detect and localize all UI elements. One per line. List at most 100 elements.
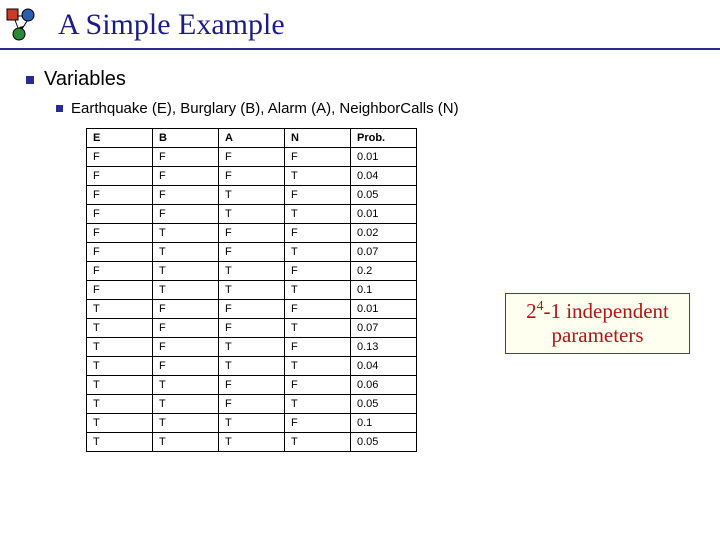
table-cell: F [153,205,219,224]
table-cell: F [219,148,285,167]
table-cell: T [87,300,153,319]
table-header-row: E B A N Prob. [87,129,417,148]
table-cell: 0.04 [351,167,417,186]
table-cell: T [219,186,285,205]
table-cell: 0.06 [351,376,417,395]
table-cell: F [219,167,285,186]
table-cell: F [153,357,219,376]
table-cell: T [219,414,285,433]
table-cell: F [219,319,285,338]
table-row: TFTT0.04 [87,357,417,376]
table-cell: T [153,414,219,433]
table-row: FFTF0.05 [87,186,417,205]
table-cell: T [87,433,153,452]
table-cell: T [87,395,153,414]
slide-logo-icon [6,6,46,42]
table-cell: F [219,300,285,319]
bullet-level-1-text: Variables [44,68,126,91]
table-cell: F [219,376,285,395]
col-header: B [153,129,219,148]
table-cell: T [285,357,351,376]
table-cell: 0.04 [351,357,417,376]
table-cell: T [285,281,351,300]
callout-base: 2 [526,299,537,323]
square-bullet-icon [26,76,34,84]
table-cell: T [219,433,285,452]
table-cell: F [153,186,219,205]
table-row: TTTT0.05 [87,433,417,452]
table-cell: F [285,148,351,167]
table-cell: T [219,357,285,376]
col-header: E [87,129,153,148]
bullet-level-1: Variables [26,68,126,91]
table-cell: T [87,414,153,433]
table-cell: T [285,395,351,414]
table-cell: 0.01 [351,300,417,319]
table-cell: 0.1 [351,281,417,300]
square-bullet-icon [56,105,63,112]
bullet-level-2-text: Earthquake (E), Burglary (B), Alarm (A),… [71,100,459,117]
table-row: TTFT0.05 [87,395,417,414]
table-row: TFTF0.13 [87,338,417,357]
table-cell: 0.1 [351,414,417,433]
table-row: TFFT0.07 [87,319,417,338]
table-row: TTTF0.1 [87,414,417,433]
table-cell: 0.13 [351,338,417,357]
table-cell: 0.05 [351,186,417,205]
bullet-level-2: Earthquake (E), Burglary (B), Alarm (A),… [56,100,459,117]
table-cell: T [153,281,219,300]
table-row: FFTT0.01 [87,205,417,224]
table-row: FTFT0.07 [87,243,417,262]
table-row: FTFF0.02 [87,224,417,243]
table-row: FFFT0.04 [87,167,417,186]
table-cell: T [153,376,219,395]
table-cell: 0.07 [351,243,417,262]
table-cell: T [153,433,219,452]
table-cell: F [219,224,285,243]
table-cell: T [153,262,219,281]
probability-table: E B A N Prob. FFFF0.01FFFT0.04FFTF0.05FF… [86,128,417,452]
callout-box: 24-1 independent parameters [505,293,690,354]
table-cell: F [87,224,153,243]
table-cell: F [153,319,219,338]
table-cell: F [153,148,219,167]
table-cell: F [285,300,351,319]
col-header: N [285,129,351,148]
table-row: FFFF0.01 [87,148,417,167]
table-cell: F [153,338,219,357]
table-cell: 0.2 [351,262,417,281]
table-cell: T [285,167,351,186]
table-cell: F [285,414,351,433]
table-cell: T [219,262,285,281]
table-cell: F [87,262,153,281]
table-cell: 0.05 [351,433,417,452]
table-cell: F [87,186,153,205]
table-body: FFFF0.01FFFT0.04FFTF0.05FFTT0.01FTFF0.02… [87,148,417,452]
table-cell: T [285,205,351,224]
table-cell: F [87,243,153,262]
table-cell: T [153,243,219,262]
table-cell: F [87,148,153,167]
table-cell: T [153,395,219,414]
table-row: TTFF0.06 [87,376,417,395]
table-cell: T [87,357,153,376]
table-cell: T [87,319,153,338]
table-cell: F [87,281,153,300]
table-cell: 0.05 [351,395,417,414]
table-cell: 0.01 [351,148,417,167]
table-cell: 0.01 [351,205,417,224]
table-cell: F [87,205,153,224]
table-row: FTTF0.2 [87,262,417,281]
table-cell: F [285,338,351,357]
table-cell: T [219,338,285,357]
table-row: TFFF0.01 [87,300,417,319]
callout-rest: -1 independent parameters [543,299,668,347]
table-cell: 0.02 [351,224,417,243]
col-header: A [219,129,285,148]
table-cell: F [219,395,285,414]
table-cell: F [285,186,351,205]
table-cell: T [285,243,351,262]
table-cell: T [87,376,153,395]
table-cell: T [219,281,285,300]
table-cell: T [153,224,219,243]
